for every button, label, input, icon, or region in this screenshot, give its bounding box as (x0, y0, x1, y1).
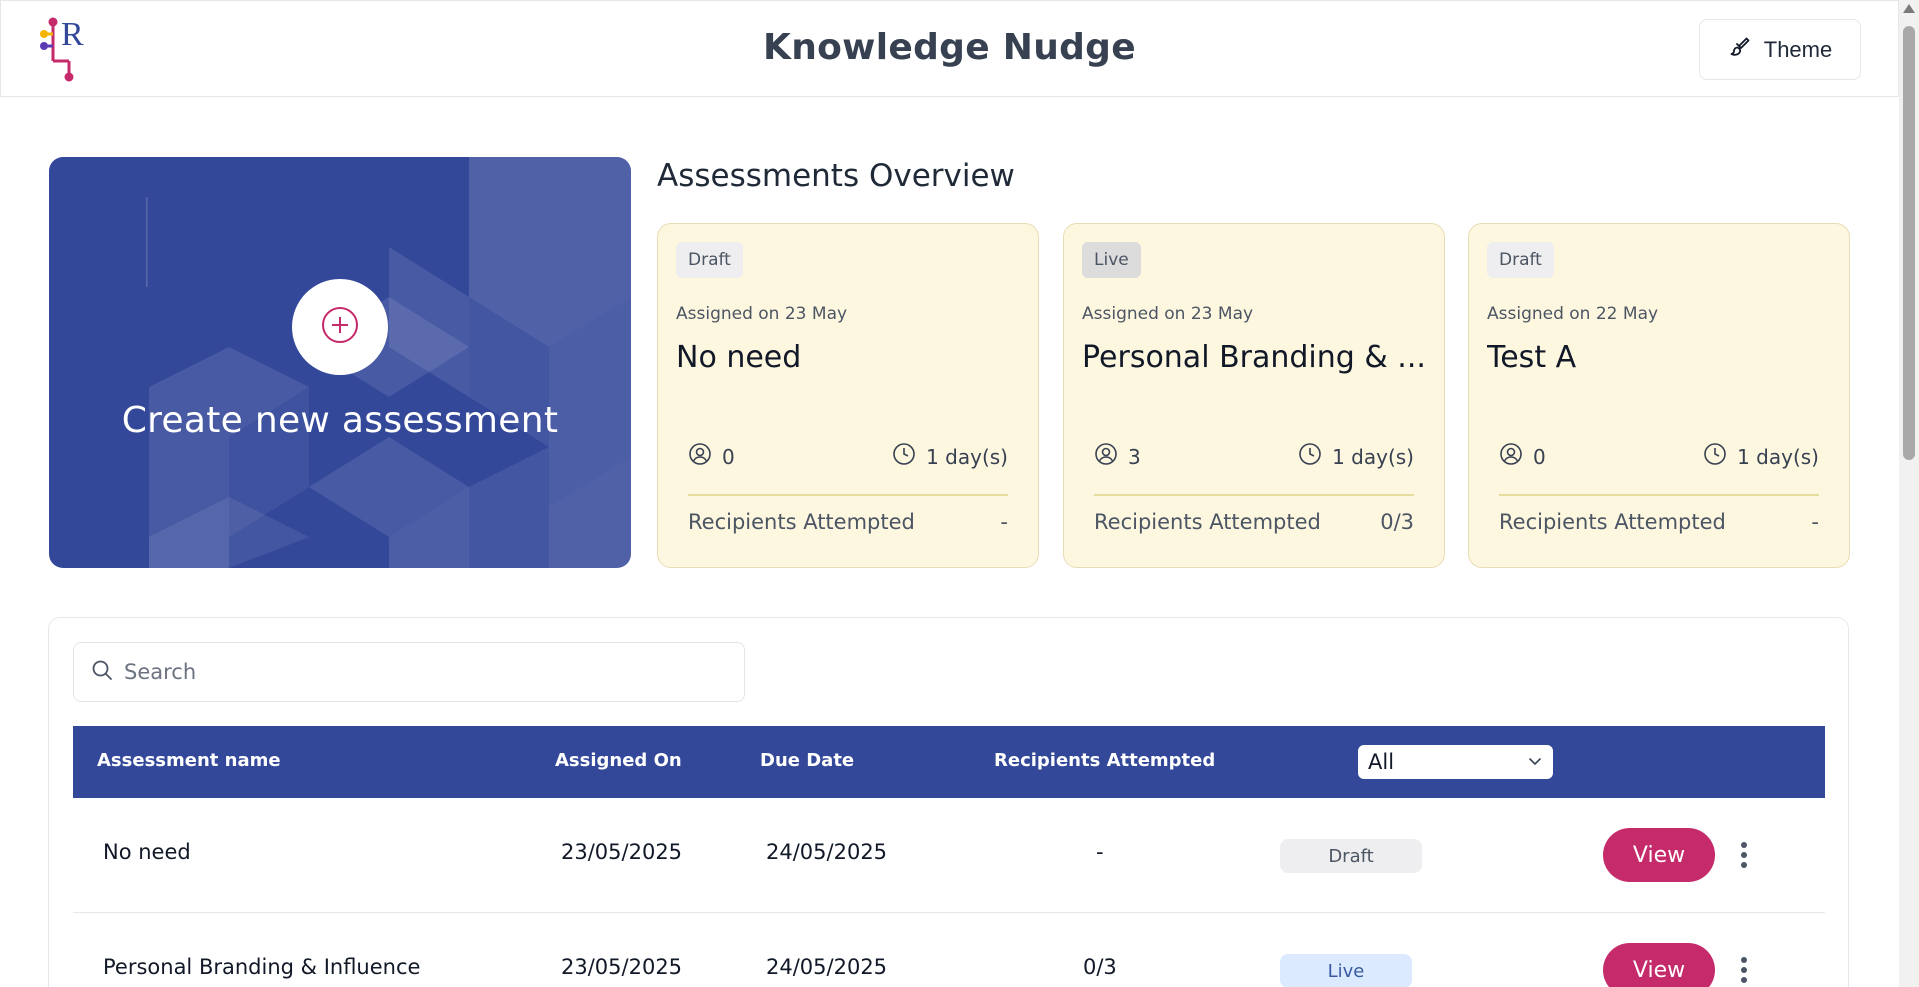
assigned-date: Assigned on 22 May (1487, 304, 1659, 324)
overview-card[interactable]: Live Assigned on 23 May Personal Brandin… (1063, 223, 1445, 568)
recipients-attempted-value: - (1811, 510, 1819, 534)
assessment-name: Personal Branding & ... (1082, 340, 1426, 375)
assigned-date: Assigned on 23 May (1082, 304, 1254, 324)
duration-value: 1 day(s) (926, 444, 1008, 469)
recipients-count-value: 0 (722, 444, 735, 469)
table-header: Assessment name Assigned On Due Date Rec… (73, 726, 1825, 798)
recipients-count: 0 (688, 442, 735, 471)
more-options-icon[interactable] (1736, 953, 1752, 987)
overview-card[interactable]: Draft Assigned on 23 May No need 0 1 day… (657, 223, 1039, 568)
recipients-attempted-value: - (1000, 510, 1008, 534)
duration-value: 1 day(s) (1737, 444, 1819, 469)
overview-title: Assessments Overview (657, 158, 1015, 194)
scroll-up-arrow-icon[interactable] (1903, 4, 1915, 13)
plus-circle-icon (320, 305, 360, 349)
create-assessment-label: Create new assessment (121, 400, 559, 441)
recipients-attempted-label: Recipients Attempted (1094, 510, 1321, 534)
paintbrush-icon (1728, 35, 1752, 65)
user-circle-icon (1499, 442, 1523, 471)
assigned-date: Assigned on 23 May (676, 304, 848, 324)
cell-assessment-name: No need (103, 840, 191, 864)
status-badge: Draft (1487, 242, 1554, 278)
table-row: No need 23/05/2025 24/05/2025 - Draft Vi… (73, 798, 1825, 913)
clock-icon (1703, 442, 1727, 471)
cell-recipients-attempted: 0/3 (1083, 955, 1117, 979)
status-badge: Draft (1280, 839, 1422, 873)
user-circle-icon (688, 442, 712, 471)
cell-due-date: 24/05/2025 (766, 840, 888, 864)
page-scrollbar[interactable] (1899, 0, 1919, 987)
recipients-attempted-label: Recipients Attempted (1499, 510, 1726, 534)
more-options-icon[interactable] (1736, 838, 1752, 872)
clock-icon (892, 442, 916, 471)
top-header: R Knowledge Nudge Theme (0, 0, 1899, 97)
recipients-count-value: 3 (1128, 444, 1141, 469)
cell-recipients-attempted: - (1096, 840, 1104, 864)
recipients-attempted-label: Recipients Attempted (688, 510, 915, 534)
user-circle-icon (1094, 442, 1118, 471)
recipients-attempted-value: 0/3 (1380, 510, 1414, 534)
status-badge: Live (1280, 954, 1412, 987)
theme-button-label: Theme (1763, 36, 1833, 62)
clock-icon (1298, 442, 1322, 471)
create-assessment-card[interactable]: Create new assessment (49, 157, 631, 568)
duration-value: 1 day(s) (1332, 444, 1414, 469)
cell-assigned-on: 23/05/2025 (561, 840, 683, 864)
scroll-thumb[interactable] (1903, 26, 1915, 460)
column-header-recipients-attempted[interactable]: Recipients Attempted (994, 750, 1215, 771)
duration: 1 day(s) (1298, 442, 1414, 471)
cell-assigned-on: 23/05/2025 (561, 955, 683, 979)
recipients-count: 0 (1499, 442, 1546, 471)
overview-card[interactable]: Draft Assigned on 22 May Test A 0 1 day(… (1468, 223, 1850, 568)
recipients-count: 3 (1094, 442, 1141, 471)
view-button[interactable]: View (1603, 828, 1715, 882)
card-divider (1094, 494, 1414, 496)
card-divider (1499, 494, 1819, 496)
assessment-name: Test A (1487, 340, 1577, 375)
search-icon (90, 658, 114, 686)
view-button[interactable]: View (1603, 943, 1715, 987)
duration: 1 day(s) (892, 442, 1008, 471)
create-assessment-button[interactable] (292, 279, 388, 375)
column-header-name[interactable]: Assessment name (97, 750, 281, 771)
table-row: Personal Branding & Influence 23/05/2025… (73, 913, 1825, 987)
cell-assessment-name: Personal Branding & Influence (103, 955, 421, 979)
search-box[interactable] (73, 642, 745, 702)
recipients-count-value: 0 (1533, 444, 1546, 469)
column-header-assigned-on[interactable]: Assigned On (555, 750, 682, 771)
assessment-name: No need (676, 340, 802, 375)
status-filter-value: All (1368, 750, 1395, 774)
chevron-down-icon (1527, 750, 1543, 774)
status-filter-select[interactable]: All (1358, 745, 1553, 779)
search-input[interactable] (124, 660, 704, 684)
status-badge: Live (1082, 242, 1141, 278)
duration: 1 day(s) (1703, 442, 1819, 471)
app-title: Knowledge Nudge (763, 27, 1136, 68)
theme-button[interactable]: Theme (1699, 19, 1861, 80)
column-header-due-date[interactable]: Due Date (760, 750, 854, 771)
cell-due-date: 24/05/2025 (766, 955, 888, 979)
status-badge: Draft (676, 242, 743, 278)
card-divider (688, 494, 1008, 496)
